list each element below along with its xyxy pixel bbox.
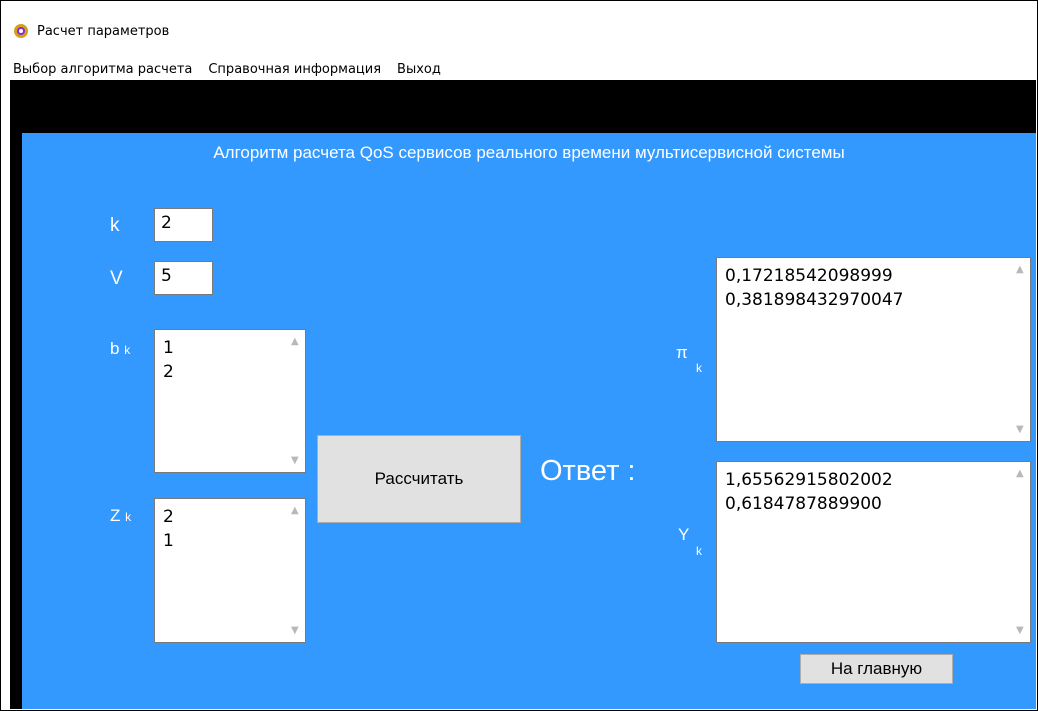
zk-line: 1 bbox=[163, 531, 174, 551]
yk-lines: 1,65562915802002 0,6184787889900 bbox=[725, 468, 893, 516]
yk-label: Y bbox=[678, 525, 689, 545]
window-title: Расчет параметров bbox=[37, 23, 170, 39]
menu-item-help[interactable]: Справочная информация bbox=[208, 62, 381, 77]
bk-scrollbar[interactable]: ▲ ▼ bbox=[287, 330, 305, 472]
bk-label-sub: k bbox=[124, 343, 131, 357]
pik-output[interactable]: 0,17218542098999 0,381898432970047 ▲ ▼ bbox=[716, 257, 1031, 442]
pik-label-sub: k bbox=[696, 361, 702, 375]
chevron-up-icon[interactable]: ▲ bbox=[291, 505, 299, 516]
chevron-up-icon[interactable]: ▲ bbox=[291, 336, 299, 347]
pik-label-main: π bbox=[676, 343, 688, 362]
zk-label: Z k bbox=[110, 506, 131, 526]
zk-label-sub: k bbox=[125, 510, 132, 524]
chevron-up-icon[interactable]: ▲ bbox=[1016, 468, 1024, 479]
pik-line: 0,17218542098999 bbox=[725, 266, 893, 286]
yk-label-sub: k bbox=[696, 544, 702, 558]
bk-label-main: b bbox=[110, 339, 120, 358]
zk-scrollbar[interactable]: ▲ ▼ bbox=[287, 499, 305, 642]
v-input[interactable]: 5 bbox=[154, 261, 213, 295]
chevron-down-icon[interactable]: ▼ bbox=[1016, 625, 1024, 636]
left-black-edge bbox=[10, 80, 22, 709]
k-input[interactable]: 2 bbox=[154, 208, 213, 242]
panel-heading: Алгоритм расчета QoS сервисов реального … bbox=[213, 143, 845, 162]
yk-line: 1,65562915802002 bbox=[725, 470, 893, 490]
chevron-down-icon[interactable]: ▼ bbox=[1016, 424, 1024, 435]
calculation-panel: Алгоритм расчета QoS сервисов реального … bbox=[22, 133, 1036, 709]
bk-line: 2 bbox=[163, 362, 174, 382]
v-label: V bbox=[110, 268, 123, 289]
chevron-down-icon[interactable]: ▼ bbox=[291, 455, 299, 466]
bk-line: 1 bbox=[163, 338, 174, 358]
pik-label: π bbox=[676, 343, 688, 363]
title-bar: Расчет параметров bbox=[13, 19, 169, 43]
yk-line: 0,6184787889900 bbox=[725, 494, 882, 514]
home-button[interactable]: На главную bbox=[800, 654, 953, 684]
k-label: k bbox=[110, 215, 120, 236]
chevron-down-icon[interactable]: ▼ bbox=[291, 625, 299, 636]
yk-scrollbar[interactable]: ▲ ▼ bbox=[1012, 462, 1030, 642]
black-band bbox=[12, 80, 1036, 133]
menu-item-algorithm[interactable]: Выбор алгоритма расчета bbox=[13, 62, 192, 77]
zk-lines: 2 1 bbox=[163, 505, 174, 553]
zk-label-main: Z bbox=[110, 506, 121, 525]
menu-item-exit[interactable]: Выход bbox=[397, 62, 441, 77]
menu-bar: Выбор алгоритма расчета Справочная инфор… bbox=[13, 57, 457, 81]
pik-lines: 0,17218542098999 0,381898432970047 bbox=[725, 264, 903, 312]
chevron-up-icon[interactable]: ▲ bbox=[1016, 264, 1024, 275]
app-gear-icon bbox=[14, 24, 28, 38]
bk-label: b k bbox=[110, 339, 130, 359]
answer-label: Ответ : bbox=[540, 455, 636, 487]
zk-line: 2 bbox=[163, 507, 174, 527]
bk-lines: 1 2 bbox=[163, 336, 174, 384]
yk-label-main: Y bbox=[678, 525, 690, 544]
yk-output[interactable]: 1,65562915802002 0,6184787889900 ▲ ▼ bbox=[716, 461, 1031, 643]
pik-line: 0,381898432970047 bbox=[725, 290, 904, 310]
calculate-button[interactable]: Рассчитать bbox=[317, 435, 521, 523]
pik-scrollbar[interactable]: ▲ ▼ bbox=[1012, 258, 1030, 441]
zk-listbox[interactable]: 2 1 ▲ ▼ bbox=[154, 498, 306, 643]
bk-listbox[interactable]: 1 2 ▲ ▼ bbox=[154, 329, 306, 473]
